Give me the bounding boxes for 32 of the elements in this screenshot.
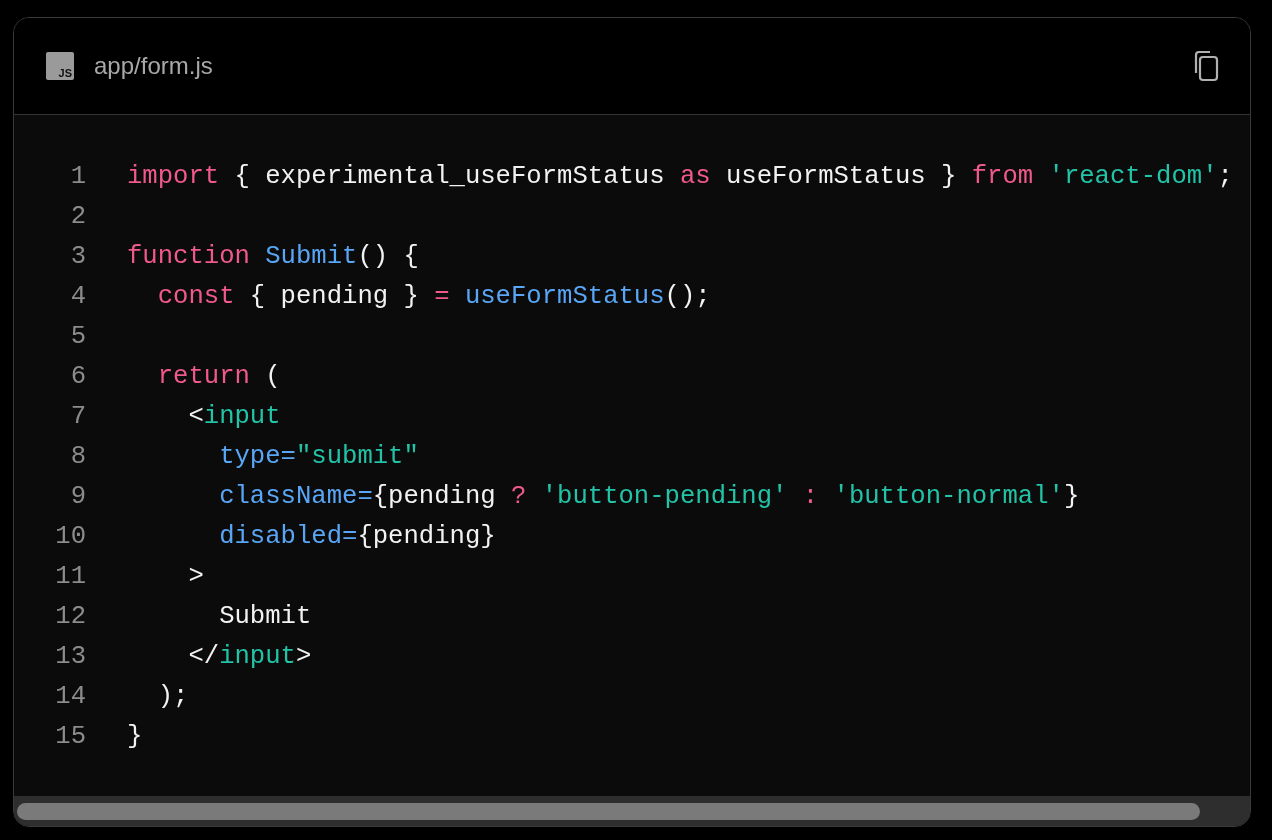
line-number: 8 — [69, 441, 86, 471]
code-line: ); — [156, 681, 189, 711]
code-line: type="submit" — [218, 441, 419, 471]
line-number: 12 — [54, 601, 86, 631]
code-line: </input> — [187, 641, 312, 671]
line-number: 1 — [69, 161, 86, 191]
line-number: 11 — [54, 561, 86, 591]
line-number: 10 — [54, 521, 86, 551]
line-number: 9 — [69, 481, 86, 511]
code-line: return ( — [156, 361, 281, 391]
line-number: 5 — [69, 321, 86, 351]
line-number: 15 — [54, 721, 86, 751]
file-name: app/form.js — [94, 52, 213, 80]
line-number: 3 — [69, 241, 86, 271]
scrollbar[interactable] — [14, 796, 1250, 826]
code-line: const { pending } = useFormStatus(); — [156, 281, 711, 311]
scrollbar-thumb[interactable] — [17, 802, 1200, 820]
line-number: 6 — [69, 361, 86, 391]
code-line: > — [187, 561, 204, 591]
code-line: } — [127, 721, 143, 751]
code-line: function Submit() { — [127, 241, 419, 271]
line-number: 13 — [54, 641, 86, 671]
code-line: Submit — [218, 601, 312, 631]
line-number: 2 — [69, 201, 86, 231]
line-number: 14 — [54, 681, 86, 711]
code-line: import { experimental_useFormStatus as useFormStatus } from 'react-dom'; — [127, 161, 1233, 191]
line-number: 7 — [69, 401, 86, 431]
code-line: <input — [187, 401, 281, 431]
js-file-icon: JS — [46, 52, 74, 80]
code-line: className={pending ? 'button-pending' : 'button-normal'} — [218, 481, 1080, 511]
code-line: disabled={pending} — [218, 521, 496, 551]
line-number: 4 — [69, 281, 86, 311]
